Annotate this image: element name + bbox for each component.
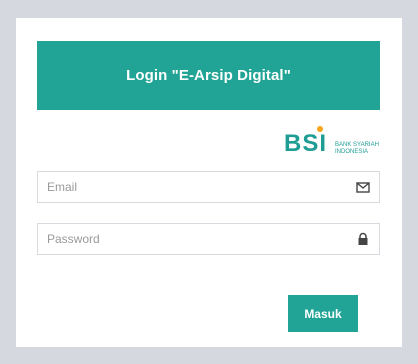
logo-brand: BSI <box>284 130 328 157</box>
logo-subtitle-line2: INDONESIA <box>335 149 369 155</box>
envelope-icon <box>356 180 370 194</box>
bsi-logo: BSI BANK SYARIAH INDONESIA <box>284 125 384 161</box>
submit-button[interactable]: Masuk <box>288 295 358 332</box>
logo-subtitle-line1: BANK SYARIAH <box>335 142 379 148</box>
password-field[interactable] <box>38 224 379 254</box>
password-field-wrapper <box>37 223 380 255</box>
logo-dot <box>317 126 323 132</box>
email-field[interactable] <box>38 172 379 202</box>
email-field-wrapper <box>37 171 380 203</box>
login-card: Login "E-Arsip Digital" BSI BANK SYARIAH… <box>16 18 402 347</box>
login-header: Login "E-Arsip Digital" <box>37 41 380 110</box>
login-title: Login "E-Arsip Digital" <box>126 67 291 84</box>
logo-subtitle: BANK SYARIAH INDONESIA <box>335 142 379 156</box>
lock-icon <box>356 232 370 246</box>
